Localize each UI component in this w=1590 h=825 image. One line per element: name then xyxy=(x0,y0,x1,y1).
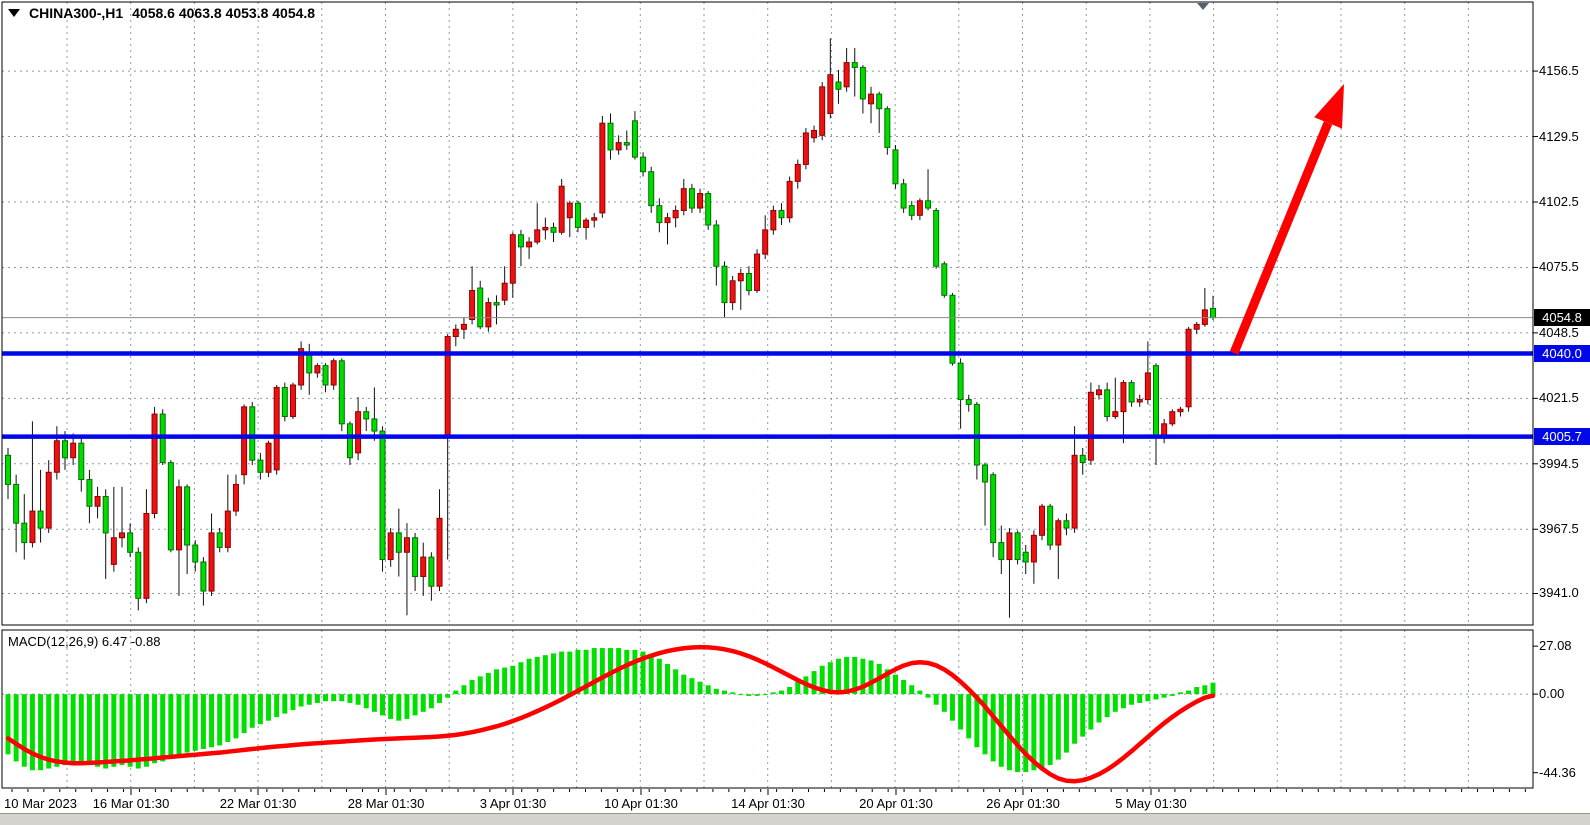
macd-indicator-label: MACD(12,26,9) 6.47 -0.88 xyxy=(8,634,160,649)
price-tick-label: 4156.5 xyxy=(1539,63,1579,78)
macd-tick-label: 0.00 xyxy=(1539,686,1564,701)
chart-shift-marker-icon[interactable] xyxy=(1197,3,1209,10)
macd-tick-label: 27.08 xyxy=(1539,638,1572,653)
date-label: 22 Mar 01:30 xyxy=(220,796,297,811)
price-tick-label: 3941.0 xyxy=(1539,585,1579,600)
date-label: 10 Mar 2023 xyxy=(4,796,77,811)
price-tick-label: 3967.5 xyxy=(1539,521,1579,536)
date-label: 28 Mar 01:30 xyxy=(348,796,425,811)
price-tick-label: 4021.5 xyxy=(1539,390,1579,405)
date-label: 3 Apr 01:30 xyxy=(480,796,547,811)
chart-canvas[interactable] xyxy=(0,0,1590,825)
symbol-dropdown-icon xyxy=(8,9,20,17)
gridlines xyxy=(2,2,1533,788)
price-tick-label: 3994.5 xyxy=(1539,456,1579,471)
ohlc-readout: 4058.6 4063.8 4053.8 4054.8 xyxy=(132,5,315,21)
date-label: 16 Mar 01:30 xyxy=(93,796,170,811)
mt4-chart-window: CHINA300-,H14058.6 4063.8 4053.8 4054.8 … xyxy=(0,0,1590,825)
date-label: 26 Apr 01:30 xyxy=(986,796,1060,811)
date-label: 20 Apr 01:30 xyxy=(859,796,933,811)
trend-arrow-icon[interactable] xyxy=(1234,84,1344,353)
price-tick-label: 4048.5 xyxy=(1539,325,1579,340)
date-label: 14 Apr 01:30 xyxy=(731,796,805,811)
chart-title: CHINA300-,H1 4058.6 4063.8 4053.8 4054.8 xyxy=(8,5,315,21)
date-label: 10 Apr 01:30 xyxy=(604,796,678,811)
date-label: 5 May 01:30 xyxy=(1115,796,1187,811)
symbol-label: CHINA300-,H1 xyxy=(29,5,123,21)
candles[interactable] xyxy=(6,38,1216,617)
price-badge-last: 4054.8 xyxy=(1534,309,1590,326)
price-badge-resistance: 4040.0 xyxy=(1534,345,1590,362)
price-tick-label: 4129.5 xyxy=(1539,129,1579,144)
price-tick-label: 4102.5 xyxy=(1539,194,1579,209)
macd-tick-label: -44.36 xyxy=(1539,765,1576,780)
price-badge-support: 4005.7 xyxy=(1534,428,1590,445)
window-bottom-edge xyxy=(0,813,1590,825)
chart-area[interactable]: CHINA300-,H14058.6 4063.8 4053.8 4054.8 … xyxy=(0,0,1590,813)
price-tick-label: 4075.5 xyxy=(1539,259,1579,274)
plot-borders xyxy=(2,2,1533,788)
